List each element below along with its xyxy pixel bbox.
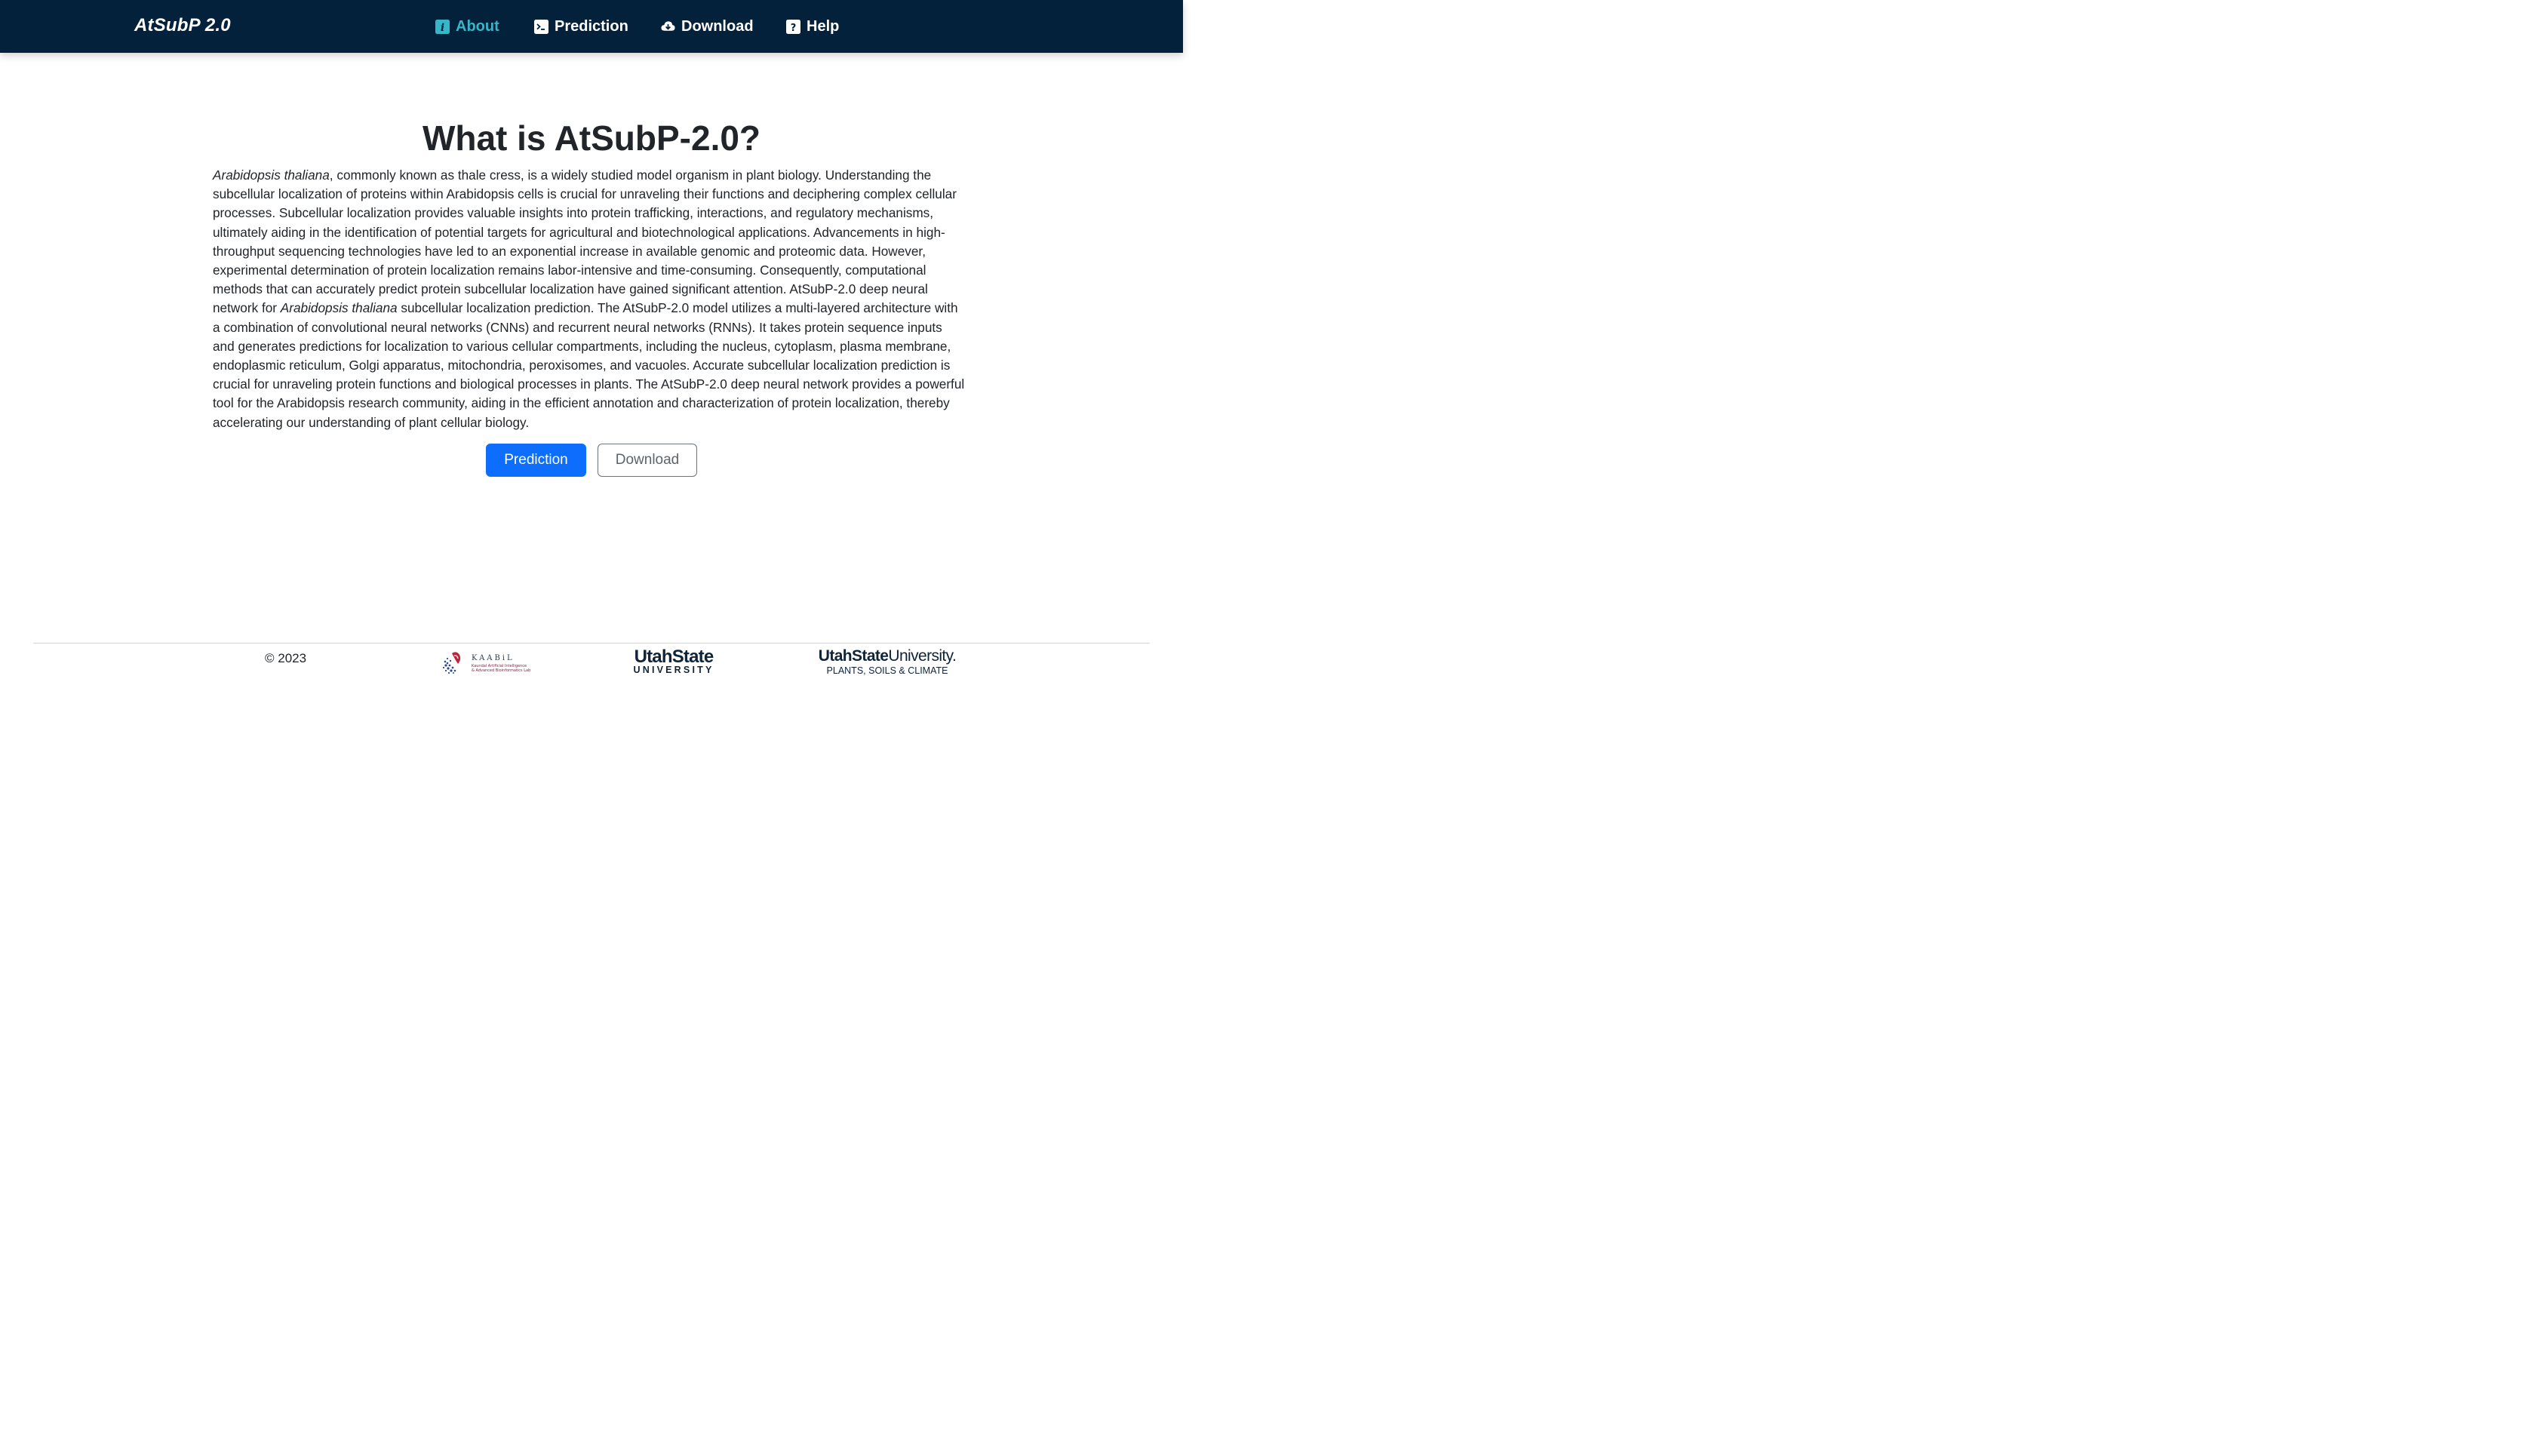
nav-prediction-label: Prediction (555, 17, 628, 35)
nav-download[interactable]: Download (661, 16, 754, 37)
nav-about[interactable]: i About (435, 16, 499, 37)
paragraph-text: , commonly known as thale cress, is a wi… (213, 167, 957, 297)
usu-logo-top: UtahState (634, 647, 714, 667)
tool-name: AtSubP-2.0 (660, 376, 727, 392)
nav-prediction[interactable]: Prediction (534, 16, 628, 37)
kaabil-subtitle-2: & Advanced Bioinformatics Lab (472, 668, 530, 673)
svg-text:?: ? (791, 23, 797, 34)
usu-logo[interactable]: UtahState UNIVERSITY (629, 647, 718, 675)
species-name: Arabidopsis thaliana (213, 167, 330, 183)
tool-name: AtSubP-2.0 (622, 300, 690, 316)
footer-divider (33, 643, 1150, 644)
kaabil-logo[interactable]: KAABiL Kaundal Artificial Intelligence &… (441, 649, 533, 676)
kaabil-name: KAABiL (472, 654, 515, 662)
nav-download-label: Download (681, 17, 754, 35)
terminal-icon (534, 19, 548, 34)
nav-help[interactable]: ? Help (786, 16, 839, 37)
page-title: What is AtSubP-2.0? (422, 118, 761, 158)
psc-logo-bold: UtahState (818, 647, 889, 665)
copyright-text: © 2023 (265, 651, 307, 665)
nav-about-label: About (456, 17, 499, 35)
top-navbar: AtSubP 2.0 i About Prediction Download ?… (0, 0, 1183, 53)
info-icon: i (435, 19, 450, 34)
prediction-button[interactable]: Prediction (486, 444, 586, 477)
psc-logo-top: UtahStateUniversity. (812, 647, 963, 665)
paragraph-text: subcellular localization prediction. The (397, 300, 623, 316)
nav-help-label: Help (807, 17, 840, 35)
intro-paragraph: Arabidopsis thaliana, commonly known as … (213, 166, 967, 432)
brand-logo[interactable]: AtSubP 2.0 (134, 15, 231, 36)
plants-soils-climate-logo[interactable]: UtahStateUniversity. PLANTS, SOILS & CLI… (812, 647, 963, 677)
usu-logo-bottom: UNIVERSITY (633, 665, 714, 675)
cloud-download-icon (661, 20, 675, 34)
tool-name: AtSubP-2.0 (789, 281, 856, 297)
psc-logo-subtitle: PLANTS, SOILS & CLIMATE (826, 665, 948, 676)
question-icon: ? (786, 19, 800, 34)
psc-logo-regular: University. (888, 647, 957, 665)
species-name: Arabidopsis thaliana (280, 300, 398, 316)
svg-text:i: i (441, 22, 444, 34)
download-button[interactable]: Download (598, 444, 697, 477)
